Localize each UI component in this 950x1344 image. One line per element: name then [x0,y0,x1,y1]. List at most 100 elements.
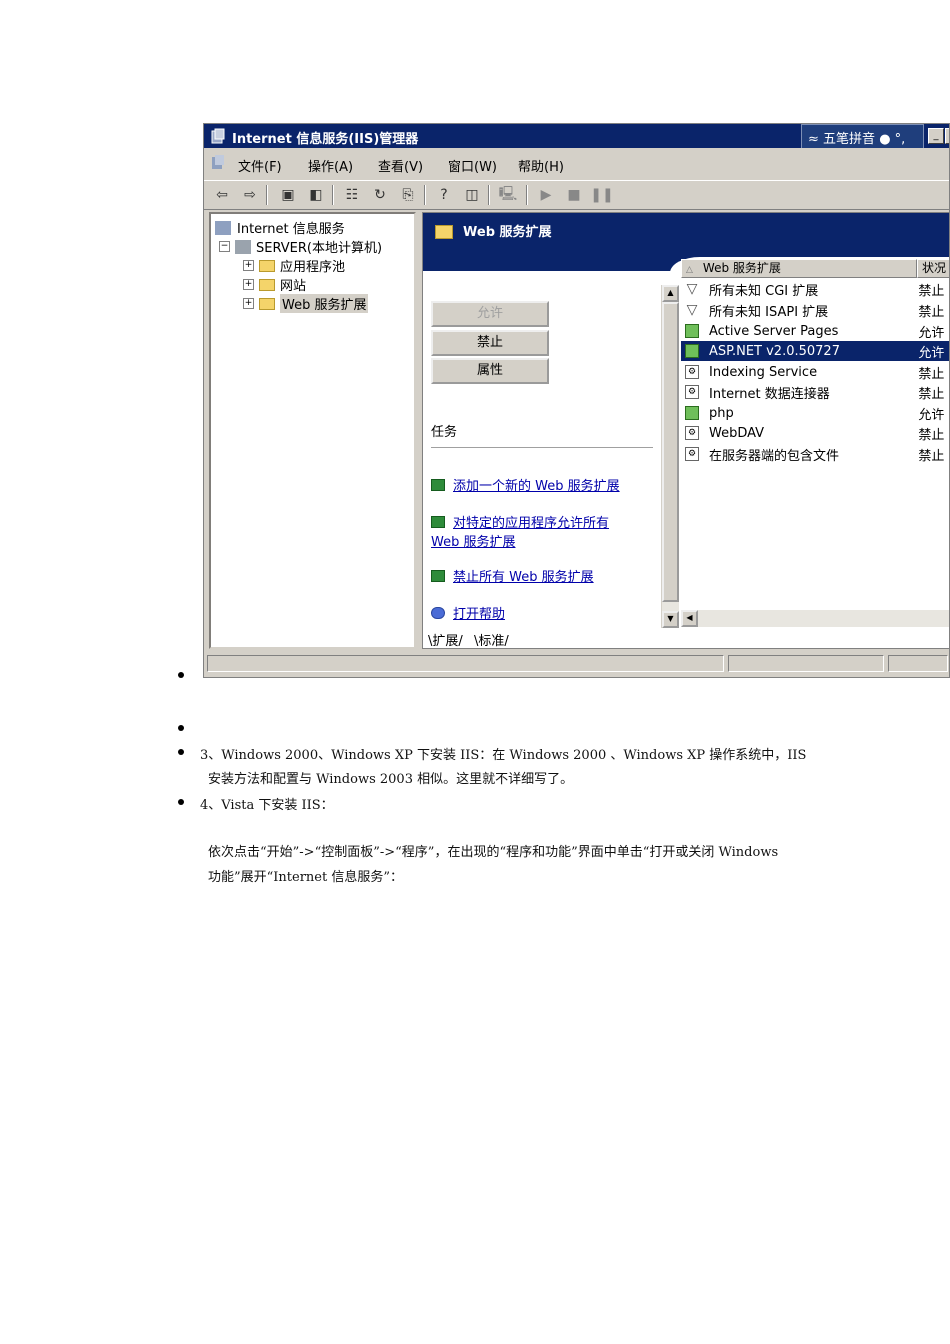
mmc-document-icon[interactable] [210,154,226,170]
task-scrollbar[interactable]: ▲ ▼ [661,285,679,628]
folder-icon [259,278,275,291]
extension-status: 禁止 [918,448,945,464]
pause-icon[interactable]: ❚❚ [590,185,613,205]
task-link[interactable]: 禁止所有 Web 服务扩展 [453,570,594,585]
tree-item-label[interactable]: 网站 [280,275,306,294]
list-row[interactable]: ⚙ WebDAV 禁止 [681,423,949,443]
bullet [178,725,184,731]
tree-root-label[interactable]: Internet 信息服务 [237,218,345,237]
tree-item-label[interactable]: Web 服务扩展 [280,294,369,313]
list-row[interactable]: php 允许 [681,403,949,423]
allowed-extension-icon [685,406,699,420]
scrollbar-thumb[interactable] [662,302,679,602]
up-level-icon[interactable]: ▣ [278,185,298,205]
extension-status: 允许 [918,345,945,361]
panel-banner: Web 服务扩展 [423,213,949,259]
folder-icon [435,225,453,239]
tab-standard[interactable]: \标准/ [474,630,509,649]
menu-help[interactable]: 帮助(H) [518,156,564,175]
expand-icon[interactable]: + [243,298,254,309]
export-list-icon[interactable]: ⎘ [398,185,418,205]
list-row-selected[interactable]: ASP.NET v2.0.50727 允许 [681,341,949,361]
ime-punct-icon[interactable]: ● °, [879,132,905,147]
status-bar [204,652,949,676]
extension-name: 所有未知 ISAPI 扩展 [709,304,829,320]
filter-icon: ▽ [686,281,698,297]
task-open-help[interactable]: 打开帮助 [431,603,505,622]
tab-label[interactable]: 扩展 [432,634,458,649]
list-row[interactable]: ⚙ 在服务器端的包含文件 禁止 [681,444,949,464]
tree-node-server[interactable]: − SERVER(本地计算机) [219,237,382,256]
prohibit-button[interactable]: 禁止 [431,330,549,356]
maximize-button[interactable]: □ [945,128,949,144]
expand-icon[interactable]: + [243,279,254,290]
tasks-heading: 任务 [431,425,458,440]
computer-icon[interactable]: 🖳 [498,185,518,205]
refresh-icon[interactable]: ↻ [370,185,390,205]
extension-status: 允许 [918,407,945,423]
task-link[interactable]: 添加一个新的 Web 服务扩展 [453,479,620,494]
column-header-status[interactable]: 状况 [917,259,949,278]
toolbar: ⇦ ⇨ ▣ ◧ ☷ ↻ ⎘ ? ◫ 🖳 ▶ ■ ❚❚ [204,180,949,210]
tree-node-web-extensions[interactable]: + Web 服务扩展 [243,294,369,313]
forward-icon[interactable]: ⇨ [240,185,260,205]
ime-collapse-icon[interactable]: ≈ [808,132,819,147]
list-row[interactable]: ▽ 所有未知 CGI 扩展 禁止 [681,279,949,299]
column-header-label[interactable]: Web 服务扩展 [703,261,781,275]
allowed-extension-icon [685,324,699,338]
back-icon[interactable]: ⇦ [212,185,232,205]
expand-icon[interactable]: + [243,260,254,271]
column-header-extension[interactable]: △ Web 服务扩展 [681,259,917,278]
task-link[interactable]: 对特定的应用程序允许所有 [453,516,609,531]
tree-server-label[interactable]: SERVER(本地计算机) [256,237,382,256]
tab-extended[interactable]: \扩展/ [428,630,463,649]
properties-icon[interactable]: ☷ [342,185,362,205]
tasks-divider [431,447,653,448]
folder-icon [259,259,275,272]
task-arrow-icon [431,570,445,582]
tree-node-app-pools[interactable]: + 应用程序池 [243,256,345,275]
console-tree: Internet 信息服务 − SERVER(本地计算机) + 应用程序池 + … [209,212,416,649]
tree-item-label[interactable]: 应用程序池 [280,256,345,275]
help-icon[interactable]: ? [434,185,454,205]
menu-file[interactable]: 文件(F) [238,156,282,175]
help-icon [431,607,445,619]
menu-view[interactable]: 查看(V) [378,156,423,175]
list-horizontal-scrollbar[interactable]: ◀ [681,610,949,627]
list-row[interactable]: ⚙ Internet 数据连接器 禁止 [681,382,949,402]
extension-name: 所有未知 CGI 扩展 [709,283,819,299]
list-row[interactable]: Active Server Pages 允许 [681,321,949,341]
minimize-button[interactable]: _ [928,128,944,144]
tree-node-websites[interactable]: + 网站 [243,275,306,294]
extension-icon: ⚙ [685,447,699,461]
task-add-extension[interactable]: 添加一个新的 Web 服务扩展 [431,475,620,494]
tree-node-root[interactable]: Internet 信息服务 [215,218,345,237]
task-link-continued[interactable]: Web 服务扩展 [431,535,515,550]
task-prohibit-all[interactable]: 禁止所有 Web 服务扩展 [431,566,594,585]
tab-label[interactable]: 标准 [478,634,504,649]
list-row[interactable]: ▽ 所有未知 ISAPI 扩展 禁止 [681,300,949,320]
start-icon[interactable]: ▶ [536,185,556,205]
scroll-up-icon[interactable]: ▲ [662,285,679,302]
extension-name: php [709,405,734,421]
menu-action[interactable]: 操作(A) [308,156,353,175]
stop-icon[interactable]: ■ [564,185,584,205]
properties-button[interactable]: 属性 [431,358,549,384]
ime-name[interactable]: 五笔拼音 [823,132,875,147]
server-icon [235,239,251,254]
collapse-icon[interactable]: − [219,241,230,252]
list-row[interactable]: ⚙ Indexing Service 禁止 [681,362,949,382]
scroll-left-icon[interactable]: ◀ [681,610,698,627]
show-hide-tree-icon[interactable]: ◧ [306,185,326,205]
allow-button[interactable]: 允许 [431,301,549,327]
task-link[interactable]: 打开帮助 [453,607,505,622]
scroll-down-icon[interactable]: ▼ [662,611,679,628]
allowed-extension-icon [685,344,699,358]
show-hide-console-icon[interactable]: ◫ [462,185,482,205]
toolbar-separator [526,185,528,205]
extension-icon: ⚙ [685,365,699,379]
iis-app-icon [210,128,226,144]
menu-window[interactable]: 窗口(W) [448,156,497,175]
item3-line1: 3、Windows 2000、Windows XP 下安装 IIS：在 Wind… [200,748,807,763]
task-allow-for-app[interactable]: 对特定的应用程序允许所有 Web 服务扩展 [431,512,609,550]
